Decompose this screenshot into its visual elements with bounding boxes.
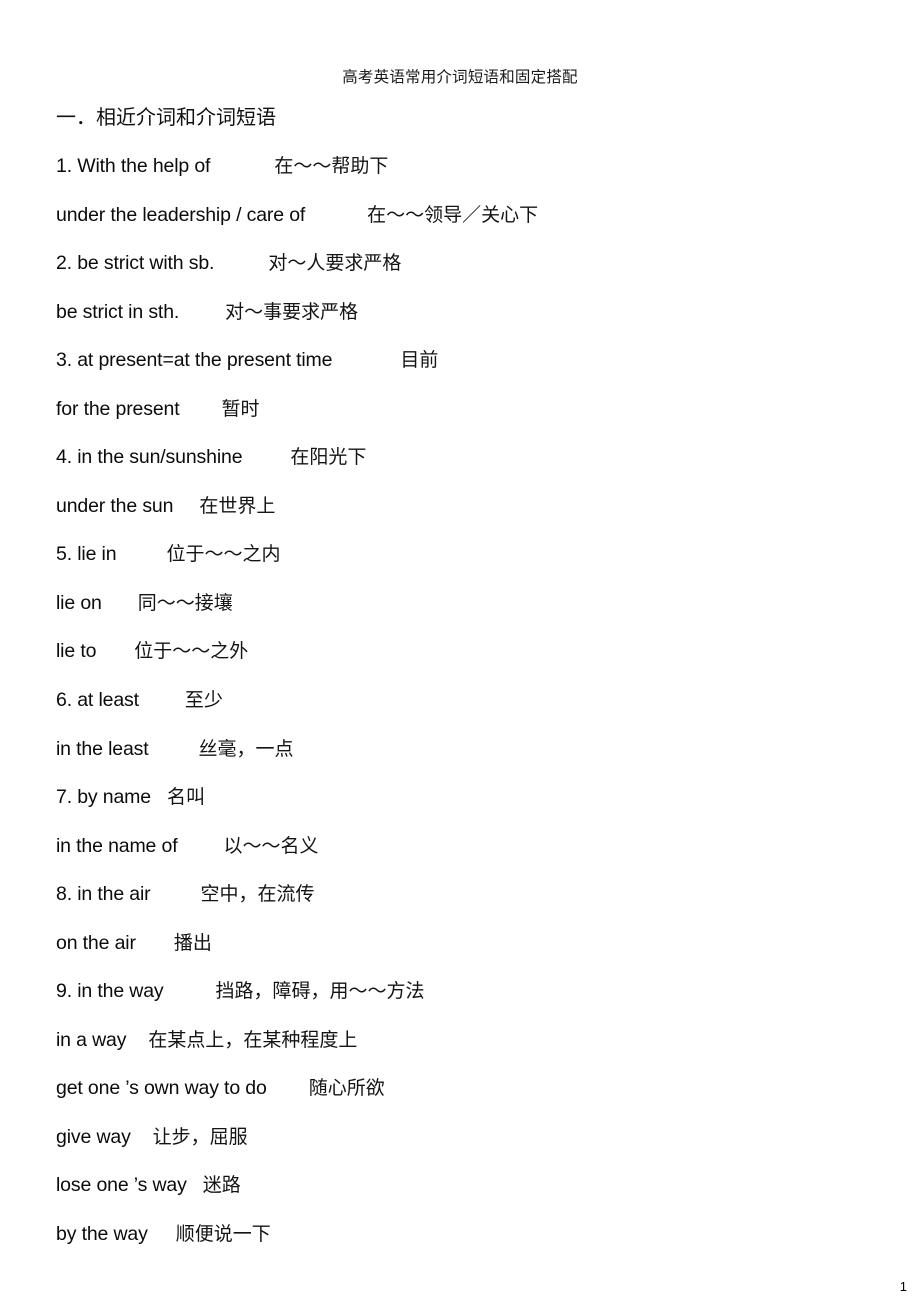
entry-chinese: 对～事要求严格 [225,301,359,323]
entry-english: lose one ’s way [56,1174,187,1197]
entry-chinese: 同～～接壤 [137,592,233,614]
entry-english: get one ’s own way to do [56,1077,267,1100]
entry-english: by the way [56,1223,148,1246]
entry-line: 7. by name 名叫 [56,782,906,831]
entry-spacer [102,608,138,609]
entry-chinese: 对～人要求严格 [268,253,402,275]
entry-line: 2. be strict with sb. 对～人要求严格 [56,248,906,297]
entry-english: 2. be strict with sb. [56,252,215,275]
entry-english: 1. With the help of [56,155,211,177]
entry-chinese: 迷路 [202,1175,241,1197]
entry-english: lie on [56,591,102,614]
entry-line: lie to 位于～～之外 [56,636,906,685]
entry-spacer [164,996,216,997]
entry-spacer [242,462,290,463]
entry-chinese: 暂时 [221,398,260,420]
document-title: 高考英语常用介词短语和固定搭配 [342,69,578,86]
entry-chinese: 以～～名义 [223,835,319,857]
entry-chinese: 顺便说一下 [175,1224,271,1246]
entry-english: on the air [56,931,136,954]
entry-line: get one ’s own way to do 随心所欲 [56,1073,906,1122]
entry-line: in a way 在某点上，在某种程度上 [56,1025,906,1074]
entry-list: 1. With the help of 在～～帮助下 under the leade… [56,151,906,1268]
entry-chinese: 在～～帮助下 [274,156,389,177]
entry-english: under the sun [56,494,174,517]
entry-line: 6. at least 至少 [56,685,906,734]
entry-line: 3. at present=at the present time 目前 [56,345,906,394]
entry-line: 8. in the air 空中，在流传 [56,879,906,928]
entry-chinese: 随心所欲 [308,1078,385,1100]
entry-spacer [332,365,400,366]
entry-chinese: 在阳光下 [290,447,367,469]
entry-english: 4. in the sun/sunshine [56,446,243,469]
entry-english: 9. in the way [56,980,164,1003]
entry-chinese: 目前 [400,350,439,372]
entry-line: under the sun 在世界上 [56,491,906,540]
entry-line: in the least 丝毫，一点 [56,734,906,783]
entry-line: lose one ’s way 迷路 [56,1170,906,1219]
entry-english: 5. lie in [56,543,117,566]
entry-line: give way 让步，屈服 [56,1122,906,1171]
entry-chinese: 位于～～之外 [134,641,249,663]
section-heading: 一．相近介词和介词短语 [56,107,276,129]
entry-english: give way [56,1125,131,1148]
entry-spacer [149,754,199,755]
entry-english: for the present [56,397,180,420]
entry-spacer [151,802,167,803]
entry-line: for the present 暂时 [56,394,906,443]
entry-line: lie on 同～～接壤 [56,588,906,637]
entry-chinese: 名叫 [166,787,205,809]
entry-line: in the name of 以～～名义 [56,831,906,880]
entry-english: be strict in sth. [56,300,180,323]
entry-spacer [177,851,223,852]
entry-chinese: 在某点上，在某种程度上 [148,1029,358,1051]
entry-spacer [116,559,166,560]
entry-line: 1. With the help of 在～～帮助下 [56,151,906,200]
entry-spacer [126,1045,148,1046]
document-page: 高考英语常用介词短语和固定搭配 一．相近介词和介词短语 1. With the … [0,0,920,1303]
entry-line: 5. lie in 位于～～之内 [56,539,906,588]
entry-chinese: 在～～领导／关心下 [367,204,539,226]
entry-line: by the way 顺便说一下 [56,1219,906,1268]
entry-english: 8. in the air [56,883,151,906]
entry-english: lie to [56,640,97,663]
entry-spacer [214,268,268,269]
entry-spacer [267,1093,309,1094]
entry-spacer [180,414,222,415]
entry-english: under the leadership / care of [56,203,306,226]
entry-english: in the name of [56,834,178,857]
entry-line: 4. in the sun/sunshine 在阳光下 [56,442,906,491]
entry-chinese: 让步，屈服 [152,1126,248,1148]
entry-spacer [187,1190,203,1191]
entry-english: 3. at present=at the present time [56,349,333,372]
entry-line: be strict in sth. 对～事要求严格 [56,297,906,346]
entry-chinese: 空中，在流传 [200,884,315,906]
entry-chinese: 播出 [173,932,212,954]
entry-spacer [139,705,185,706]
page-number: 1 [899,1279,907,1294]
entry-chinese: 丝毫，一点 [198,738,294,760]
entry-line: 9. in the way 挡路，障碍，用～～方法 [56,976,906,1025]
entry-english: 7. by name [56,786,151,809]
entry-spacer [179,317,225,318]
entry-spacer [148,1239,176,1240]
entry-spacer [136,948,174,949]
entry-spacer [96,656,134,657]
entry-spacer [210,171,274,172]
entry-spacer [131,1142,153,1143]
entry-english: 6. at least [56,689,139,712]
entry-chinese: 挡路，障碍，用～～方法 [215,981,425,1003]
entry-chinese: 位于～～之内 [166,544,281,566]
entry-line: under the leadership / care of 在～～领导／关心下 [56,200,906,249]
entry-line: on the air 播出 [56,928,906,977]
entry-english: in the least [56,737,149,760]
entry-spacer [173,511,199,512]
entry-english: in a way [56,1028,127,1051]
entry-chinese: 在世界上 [199,495,276,517]
entry-spacer [305,220,367,221]
entry-chinese: 至少 [184,690,223,712]
entry-spacer [151,899,201,900]
